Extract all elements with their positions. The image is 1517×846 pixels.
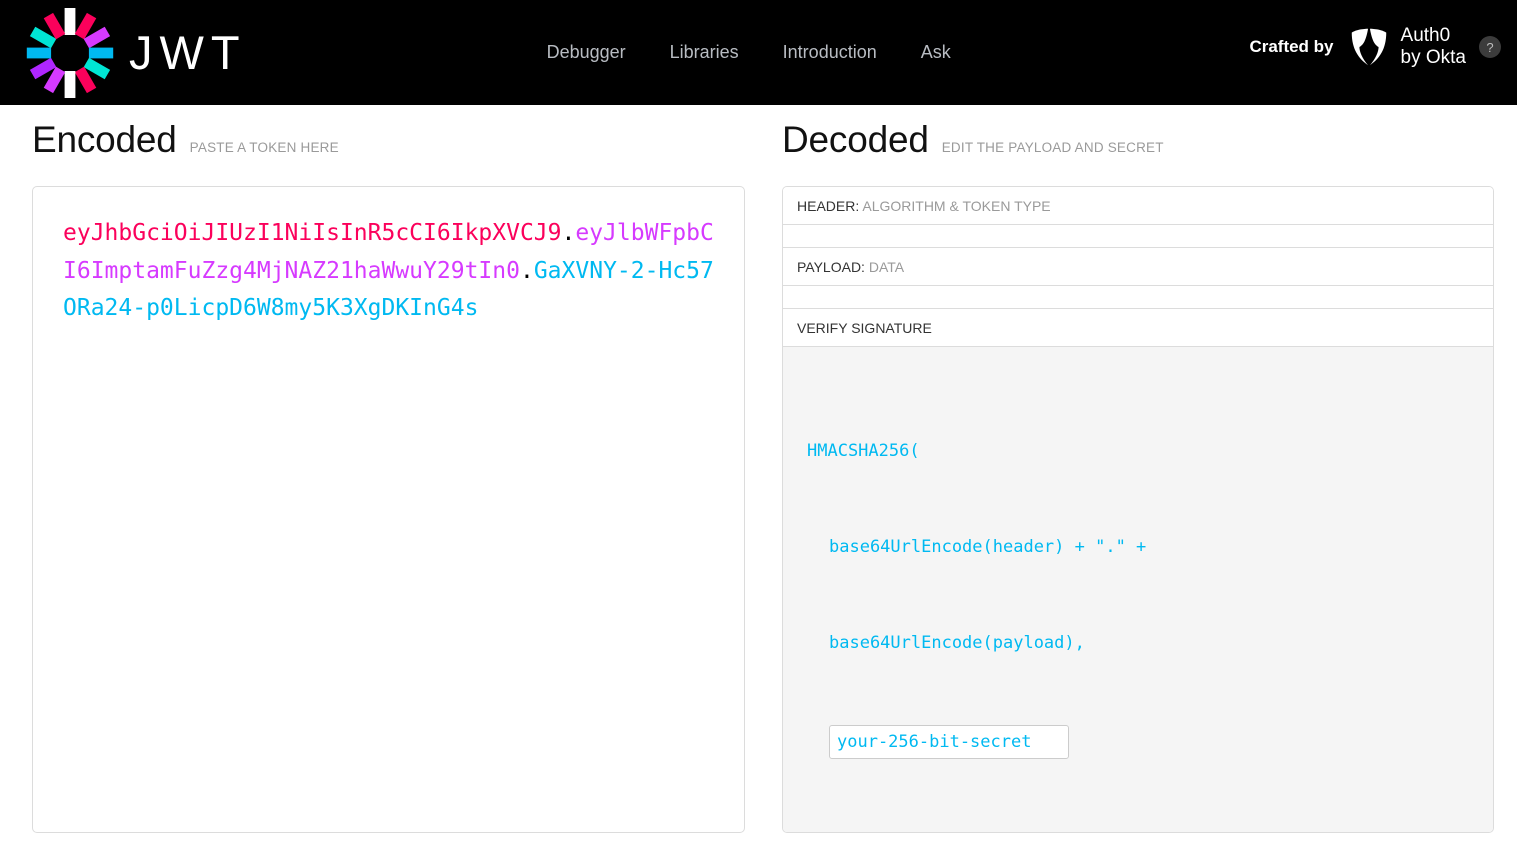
decoded-payload-editor[interactable]: "email": "jmjang8823@gmail.com" } bbox=[783, 286, 1493, 309]
decoded-column: Decoded EDIT THE PAYLOAD AND SECRET HEAD… bbox=[782, 105, 1494, 833]
token-header-segment: eyJhbGciOiJIUzI1NiIsInR5cCI6IkpXVCJ9 bbox=[63, 220, 562, 246]
auth0-line-2: by Okta bbox=[1400, 47, 1466, 68]
payload-label-strong: PAYLOAD: bbox=[797, 259, 865, 275]
header-label-strong: HEADER: bbox=[797, 198, 860, 214]
header-panel-label: HEADER: ALGORITHM & TOKEN TYPE bbox=[783, 187, 1493, 225]
main-nav: Debugger Libraries Introduction Ask bbox=[547, 42, 951, 63]
signature-line-3: base64UrlEncode(payload), bbox=[829, 633, 1085, 653]
signature-section: HMACSHA256( base64UrlEncode(header) + ".… bbox=[783, 347, 1493, 832]
payload-label-muted: DATA bbox=[868, 259, 905, 275]
crafted-by-label: Crafted by bbox=[1249, 37, 1334, 56]
top-navigation-bar: JWT Debugger Libraries Introduction Ask … bbox=[0, 0, 1517, 105]
signature-panel-label: VERIFY SIGNATURE bbox=[783, 309, 1493, 347]
encoded-subtitle: PASTE A TOKEN HERE bbox=[189, 140, 339, 155]
auth0-shield-icon bbox=[1351, 28, 1386, 66]
payload-panel-label: PAYLOAD: DATA bbox=[783, 248, 1493, 286]
auth0-line-1: Auth0 bbox=[1400, 25, 1451, 46]
decoded-panel: HEADER: ALGORITHM & TOKEN TYPE "alg": "H… bbox=[782, 186, 1494, 833]
crafted-by-block: Crafted by Auth0 by Okta ? bbox=[1249, 24, 1501, 70]
jwt-starburst-logo-icon bbox=[26, 7, 114, 98]
encoded-heading: Encoded PASTE A TOKEN HERE bbox=[32, 105, 745, 161]
decoded-heading: Decoded EDIT THE PAYLOAD AND SECRET bbox=[782, 105, 1494, 161]
nav-item-introduction[interactable]: Introduction bbox=[783, 42, 877, 63]
help-icon[interactable]: ? bbox=[1479, 36, 1501, 58]
signature-line-2: base64UrlEncode(header) + "." + bbox=[829, 537, 1147, 557]
encoded-column: Encoded PASTE A TOKEN HERE eyJhbGciOiJIU… bbox=[32, 105, 745, 833]
nav-item-ask[interactable]: Ask bbox=[921, 42, 951, 63]
logo-wordmark: JWT bbox=[129, 26, 247, 79]
signature-formula: HMACSHA256( base64UrlEncode(header) + ".… bbox=[783, 347, 1493, 832]
nav-item-libraries[interactable]: Libraries bbox=[670, 42, 739, 63]
decoded-subtitle: EDIT THE PAYLOAD AND SECRET bbox=[941, 140, 1164, 155]
encoded-token-input[interactable]: eyJhbGciOiJIUzI1NiIsInR5cCI6IkpXVCJ9.eyJ… bbox=[32, 186, 745, 833]
main-content: Encoded PASTE A TOKEN HERE eyJhbGciOiJIU… bbox=[0, 105, 1517, 846]
brand-logo[interactable]: JWT bbox=[25, 7, 247, 98]
jwt-token-text: eyJhbGciOiJIUzI1NiIsInR5cCI6IkpXVCJ9.eyJ… bbox=[63, 215, 714, 328]
decoded-title: Decoded bbox=[782, 119, 929, 160]
secret-input[interactable] bbox=[829, 725, 1069, 759]
header-label-muted: ALGORITHM & TOKEN TYPE bbox=[862, 198, 1051, 214]
signature-closing-row: ) secret base64 encoded bbox=[807, 825, 1493, 832]
signature-line-1: HMACSHA256( bbox=[807, 441, 920, 461]
token-separator-1: . bbox=[561, 220, 576, 246]
token-separator-2: . bbox=[519, 257, 534, 284]
encoded-title: Encoded bbox=[32, 119, 177, 160]
nav-item-debugger[interactable]: Debugger bbox=[547, 42, 626, 63]
signature-closing-paren: ) bbox=[807, 825, 817, 832]
secret-base64-label: secret base64 encoded bbox=[849, 825, 1064, 832]
decoded-header-editor[interactable]: "alg": "HS256", "typ": "JWT" } bbox=[783, 225, 1493, 248]
auth0-wordmark: Auth0 by Okta bbox=[1401, 25, 1466, 69]
